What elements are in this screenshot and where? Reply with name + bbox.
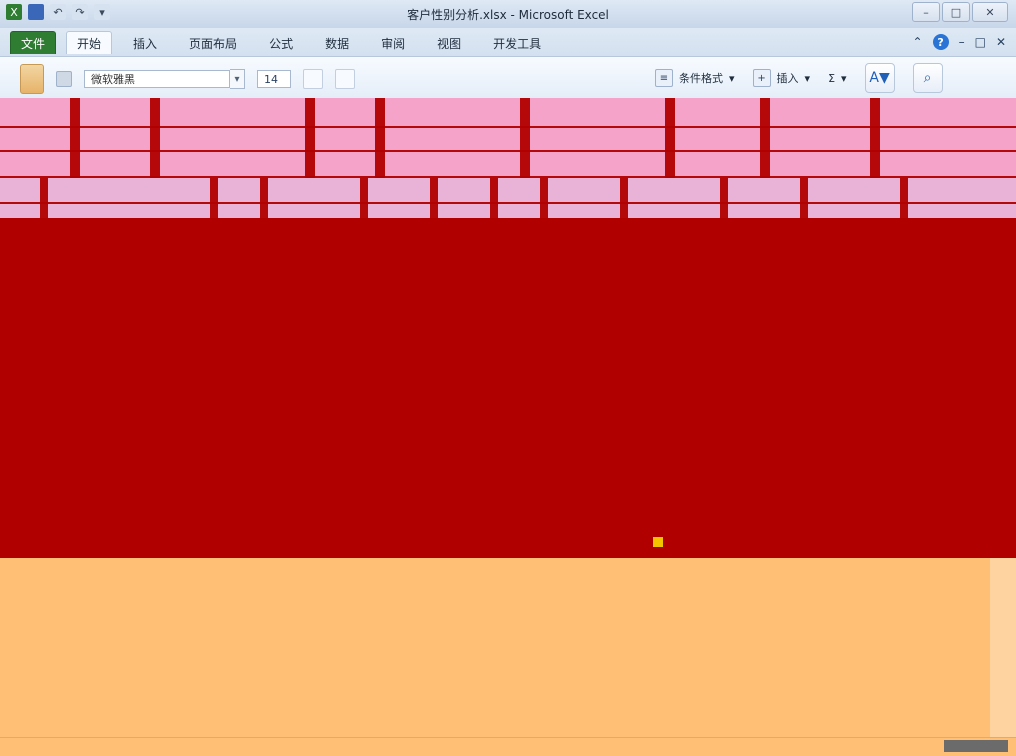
ribbon-styles-cells-editing: ≡ 条件格式 ▾ + 插入 ▾ Σ ▾ A▼ ⌕: [655, 63, 943, 93]
tab-formulas[interactable]: 公式: [258, 31, 304, 54]
minimize-button[interactable]: –: [912, 2, 940, 22]
font-name-field[interactable]: 微软雅黑: [84, 70, 230, 88]
autosum-label: Σ: [828, 71, 836, 85]
column-stripe: [665, 98, 675, 178]
ribbon: 微软雅黑 ▾ 14 ≡ 条件格式 ▾ + 插入 ▾ Σ ▾ A▼ ⌕: [0, 56, 1016, 100]
tab-insert[interactable]: 插入: [122, 31, 168, 54]
help-icon[interactable]: ?: [932, 34, 949, 50]
insert-cells-label: 插入: [776, 72, 799, 85]
autosum-button[interactable]: Σ ▾: [828, 72, 846, 85]
red-band: [0, 218, 1016, 558]
conditional-format-label: 条件格式: [679, 72, 723, 85]
column-stripe: [260, 178, 268, 218]
vertical-scrollbar[interactable]: [990, 558, 1016, 755]
column-stripe: [360, 178, 368, 218]
column-stripe: [375, 98, 385, 178]
find-select-icon[interactable]: ⌕: [912, 63, 943, 93]
column-stripe: [305, 98, 315, 178]
ribbon-collapse-icon[interactable]: ⌃: [913, 35, 923, 49]
column-stripe: [150, 98, 160, 178]
chevron-down-icon: ▾: [841, 71, 847, 85]
tab-home[interactable]: 开始: [66, 31, 113, 54]
paste-icon[interactable]: [20, 64, 44, 94]
conditional-format-icon: ≡: [655, 69, 673, 87]
maximize-button[interactable]: □: [942, 2, 970, 22]
column-stripe: [760, 98, 770, 178]
ribbon-close-icon[interactable]: ✕: [996, 35, 1006, 49]
selection-marker: [653, 537, 663, 547]
tab-data[interactable]: 数据: [314, 31, 360, 54]
column-stripe: [900, 178, 908, 218]
ribbon-tab-tools: ⌃ ? – □ ✕: [913, 34, 1006, 50]
font-name-dropdown-icon[interactable]: ▾: [230, 69, 245, 89]
column-stripe: [620, 178, 628, 218]
window-title: 客户性别分析.xlsx - Microsoft Excel: [407, 8, 609, 22]
title-bar: X ↶ ↷ ▾ 客户性别分析.xlsx - Microsoft Excel – …: [0, 0, 1016, 29]
increase-font-icon[interactable]: [303, 69, 323, 89]
font-size-field[interactable]: 14: [257, 70, 291, 88]
column-stripe: [40, 178, 48, 218]
conditional-format-button[interactable]: ≡ 条件格式 ▾: [655, 69, 735, 87]
tab-page-layout[interactable]: 页面布局: [178, 31, 248, 54]
column-stripe: [800, 178, 808, 218]
column-stripe: [70, 98, 80, 178]
ribbon-minimize-icon[interactable]: –: [959, 35, 965, 49]
column-stripe: [520, 98, 530, 178]
ribbon-restore-icon[interactable]: □: [975, 35, 986, 49]
ribbon-tabs: 文件 开始 插入 页面布局 公式 数据 审阅 视图 开发工具: [10, 31, 552, 54]
tab-view[interactable]: 视图: [426, 31, 472, 54]
worksheet-area[interactable]: [0, 98, 1016, 755]
insert-icon: +: [752, 69, 771, 87]
row-divider: [0, 202, 1016, 204]
tab-developer[interactable]: 开发工具: [482, 31, 552, 54]
ribbon-clipboard-font: 微软雅黑 ▾ 14: [20, 64, 355, 94]
status-bar: [0, 737, 1016, 756]
orange-band: [0, 558, 1016, 755]
insert-cells-button[interactable]: + 插入 ▾: [752, 69, 811, 87]
window-controls: – □ ✕: [912, 2, 1008, 22]
chevron-down-icon: ▾: [804, 71, 811, 85]
tab-review[interactable]: 审阅: [370, 31, 416, 54]
zoom-control[interactable]: [944, 740, 1008, 752]
close-button[interactable]: ✕: [972, 2, 1008, 22]
tab-file[interactable]: 文件: [10, 31, 57, 54]
font-name-control: 微软雅黑 ▾: [84, 69, 245, 89]
column-stripe: [490, 178, 498, 218]
pink-band-2: [0, 178, 1016, 218]
chevron-down-icon: ▾: [729, 71, 735, 85]
ribbon-tab-bar: 文件 开始 插入 页面布局 公式 数据 审阅 视图 开发工具 ⌃ ? – □ ✕: [0, 28, 1016, 56]
cut-icon[interactable]: [56, 71, 72, 87]
column-stripe: [430, 178, 438, 218]
decrease-font-icon[interactable]: [335, 69, 355, 89]
column-stripe: [870, 98, 880, 178]
sort-filter-icon[interactable]: A▼: [864, 63, 895, 93]
column-stripe: [540, 178, 548, 218]
column-stripe: [720, 178, 728, 218]
column-stripe: [210, 178, 218, 218]
